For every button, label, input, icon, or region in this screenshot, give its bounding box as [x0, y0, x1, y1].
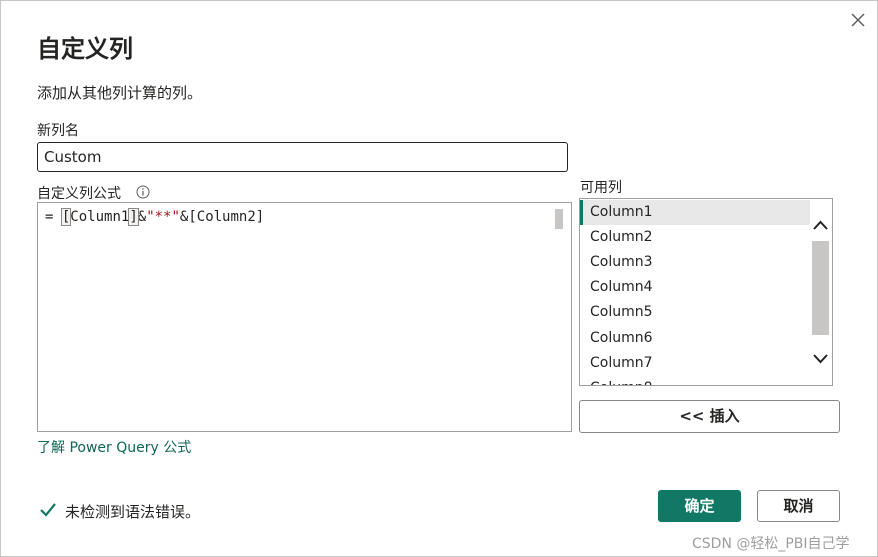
list-item[interactable]: Column4 — [580, 275, 810, 300]
info-icon[interactable] — [136, 185, 150, 199]
formula-col1: Column1 — [70, 209, 130, 225]
scrollbar-thumb[interactable] — [812, 241, 829, 335]
syntax-status-text: 未检测到语法错误。 — [65, 503, 201, 521]
new-column-name-label: 新列名 — [37, 123, 79, 139]
close-icon[interactable] — [847, 9, 869, 31]
custom-column-dialog: 自定义列 添加从其他列计算的列。 新列名 Custom 自定义列公式 = [Co… — [0, 0, 878, 557]
available-columns-list[interactable]: Column1 Column2 Column3 Column4 Column5 … — [579, 198, 833, 386]
list-item[interactable]: Column3 — [580, 250, 810, 275]
custom-column-formula-label: 自定义列公式 — [37, 186, 121, 202]
insert-button[interactable]: << 插入 — [579, 400, 840, 433]
formula-amp: & — [137, 209, 147, 225]
formula-close-bracket: ] — [128, 208, 139, 226]
formula-rest: &[Column2] — [179, 209, 265, 225]
cancel-button[interactable]: 取消 — [757, 490, 840, 522]
formula-text[interactable]: = [Column1]&"**"&[Column2] — [45, 208, 265, 226]
chevron-down-icon[interactable] — [810, 347, 831, 369]
available-columns-label: 可用列 — [580, 180, 622, 196]
dialog-title: 自定义列 — [37, 35, 133, 63]
ok-button[interactable]: 确定 — [658, 490, 741, 522]
list-item[interactable]: Column1 — [580, 200, 810, 225]
new-column-name-input[interactable]: Custom — [37, 142, 568, 172]
dialog-description: 添加从其他列计算的列。 — [37, 84, 203, 102]
chevron-up-icon[interactable] — [810, 215, 831, 237]
list-item[interactable]: Column2 — [580, 225, 810, 250]
list-item[interactable]: Column8 — [580, 376, 810, 385]
learn-power-query-link[interactable]: 了解 Power Query 公式 — [37, 437, 191, 457]
list-item[interactable]: Column6 — [580, 326, 810, 351]
formula-prefix: = — [45, 209, 62, 225]
list-item[interactable]: Column5 — [580, 300, 810, 325]
formula-scrollbar[interactable] — [555, 209, 563, 229]
checkmark-icon — [40, 503, 56, 517]
available-columns-scrollbar[interactable] — [810, 199, 831, 385]
formula-string-literal: "**" — [146, 209, 180, 225]
watermark: CSDN @轻松_PBI自己学 — [692, 536, 850, 552]
list-item[interactable]: Column7 — [580, 351, 810, 376]
formula-editor[interactable]: = [Column1]&"**"&[Column2] — [37, 202, 572, 432]
